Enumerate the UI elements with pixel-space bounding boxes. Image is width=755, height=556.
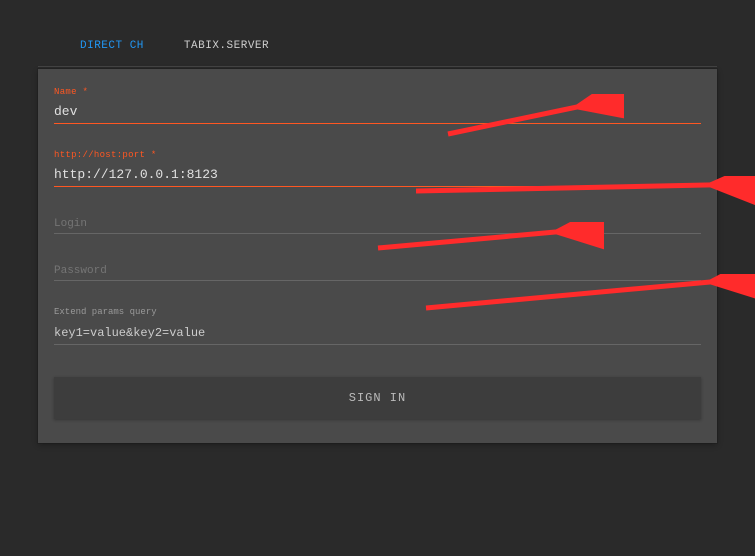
- name-label: Name *: [54, 87, 701, 97]
- field-host: http://host:port *: [54, 150, 701, 187]
- connection-tabs: DIRECT CH TABIX.SERVER: [38, 40, 717, 67]
- name-input[interactable]: [54, 102, 701, 124]
- field-login: [54, 213, 701, 234]
- extend-label: Extend params query: [54, 307, 701, 317]
- password-input[interactable]: [54, 265, 701, 277]
- field-password: [54, 260, 701, 281]
- tab-tabix-server[interactable]: TABIX.SERVER: [184, 40, 269, 52]
- signin-button[interactable]: SIGN IN: [54, 377, 701, 419]
- login-input[interactable]: [54, 218, 701, 230]
- host-input[interactable]: [54, 165, 701, 187]
- extend-input[interactable]: [54, 324, 701, 345]
- field-name: Name *: [54, 87, 701, 124]
- host-label: http://host:port *: [54, 150, 701, 160]
- tab-direct-ch[interactable]: DIRECT CH: [80, 40, 144, 52]
- field-extend-params: Extend params query: [54, 307, 701, 345]
- login-form-card: Name * http://host:port * Extend params …: [38, 69, 717, 443]
